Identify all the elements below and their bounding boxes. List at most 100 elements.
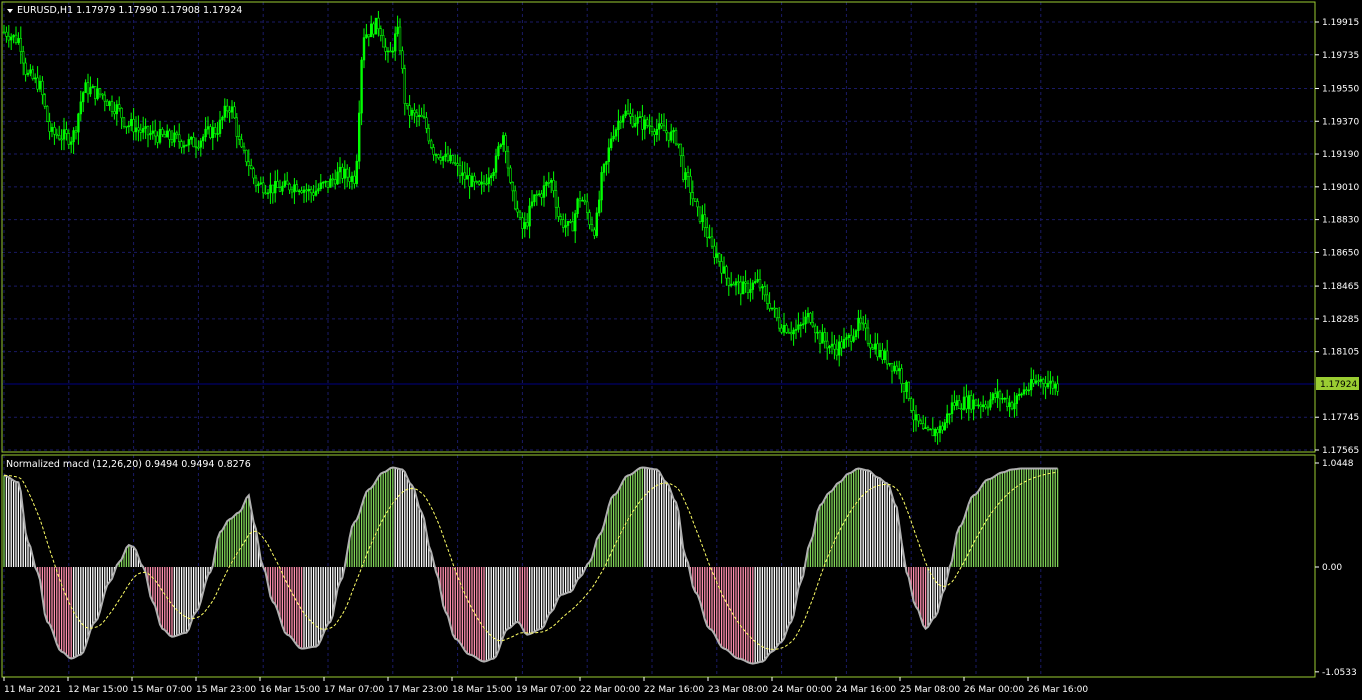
candle-body [717,253,721,262]
candle-body [960,408,963,411]
candle-body [250,165,253,170]
candle-body [833,343,836,350]
candle-body [1001,397,1004,400]
candle-body [641,116,644,130]
candle-body [804,316,807,325]
candle-body [991,393,995,401]
candle-body [343,168,346,179]
candle-body [341,166,344,179]
candle-body [746,282,750,293]
candle-body [72,130,75,143]
candle-body [1020,393,1023,396]
candle-body [187,139,190,146]
candle-body [458,165,462,176]
candle-body [194,146,198,149]
candle-body [252,168,255,179]
candle-body [540,193,543,198]
candle-body [101,93,104,96]
candle-body [67,133,71,145]
candle-body [981,404,985,408]
candle-body [314,190,318,196]
candle-body [146,126,150,136]
candle-body [266,192,270,195]
candle-body [57,134,61,140]
candle-body [950,402,954,414]
candle-body [134,127,138,133]
candle-body [149,133,152,136]
price-tick-label: 1.19915 [1322,18,1359,28]
mt4-chart[interactable]: EURUSD,H1 1.17979 1.17990 1.17908 1.1792… [0,0,1362,700]
candle-body [384,46,387,52]
candle-body [257,183,260,186]
current-price-badge: 1.17924 [1316,377,1359,390]
candle-body [379,28,382,36]
candle-body [115,104,119,115]
time-tick-label: 26 Mar 00:00 [964,685,1024,695]
candle-body [818,331,822,344]
candle-body [511,182,514,192]
candle-body [984,404,987,408]
candle-body [624,110,627,117]
candle-body [122,117,126,127]
time-tick-label: 24 Mar 00:00 [772,685,832,695]
candle-body [1044,383,1047,388]
candle-body [715,253,719,258]
candle-body [799,324,803,327]
candle-body [902,383,906,392]
candle-body [441,156,445,161]
candle-body [321,181,325,184]
candle-body [813,325,817,334]
candle-body [600,172,603,201]
price-tick-label: 1.19010 [1322,183,1359,193]
candle-body [317,188,320,192]
candle-body [672,130,675,133]
candle-body [365,34,368,38]
candle-body [118,104,121,109]
candle-body [242,146,246,151]
candle-body [696,201,699,208]
candle-body [161,129,164,135]
candle-body [381,35,385,48]
candle-body [629,113,632,117]
candle-body [290,189,294,193]
candle-body [621,115,625,123]
candle-body [749,289,752,293]
price-tick-label: 1.17565 [1322,446,1359,456]
candle-body [439,157,442,161]
candle-body [756,279,759,282]
time-tick-label: 24 Mar 16:00 [836,685,896,695]
candle-body [413,109,416,114]
candle-body [240,139,243,148]
candle-body [463,172,466,180]
candle-body [79,101,83,115]
candle-body [50,127,54,132]
candle-body [422,116,426,119]
price-tick-label: 1.18830 [1322,216,1359,226]
candle-body [254,177,258,186]
candle-body [691,192,695,200]
candle-body [389,50,392,53]
candle-body [360,59,363,114]
candle-body [564,225,567,228]
candle-body [518,211,522,219]
candle-body [953,402,956,406]
candle-body [617,120,620,131]
candle-body [1030,379,1033,391]
candle-body [185,144,188,147]
candle-body [84,82,87,93]
candle-body [297,190,301,193]
candle-body [273,180,277,194]
candle-body [871,347,875,350]
candle-body [1054,383,1057,389]
candle-body [895,365,899,372]
candle-body [720,261,723,274]
candle-body [1025,389,1028,392]
candle-body [837,341,841,356]
candle-body [588,212,591,225]
candle-body [528,205,531,227]
candle-body [890,362,894,372]
candle-body [1022,389,1026,395]
candle-body [338,166,342,173]
candle-body [1005,397,1009,408]
time-tick-label: 11 Mar 2021 [4,685,61,695]
